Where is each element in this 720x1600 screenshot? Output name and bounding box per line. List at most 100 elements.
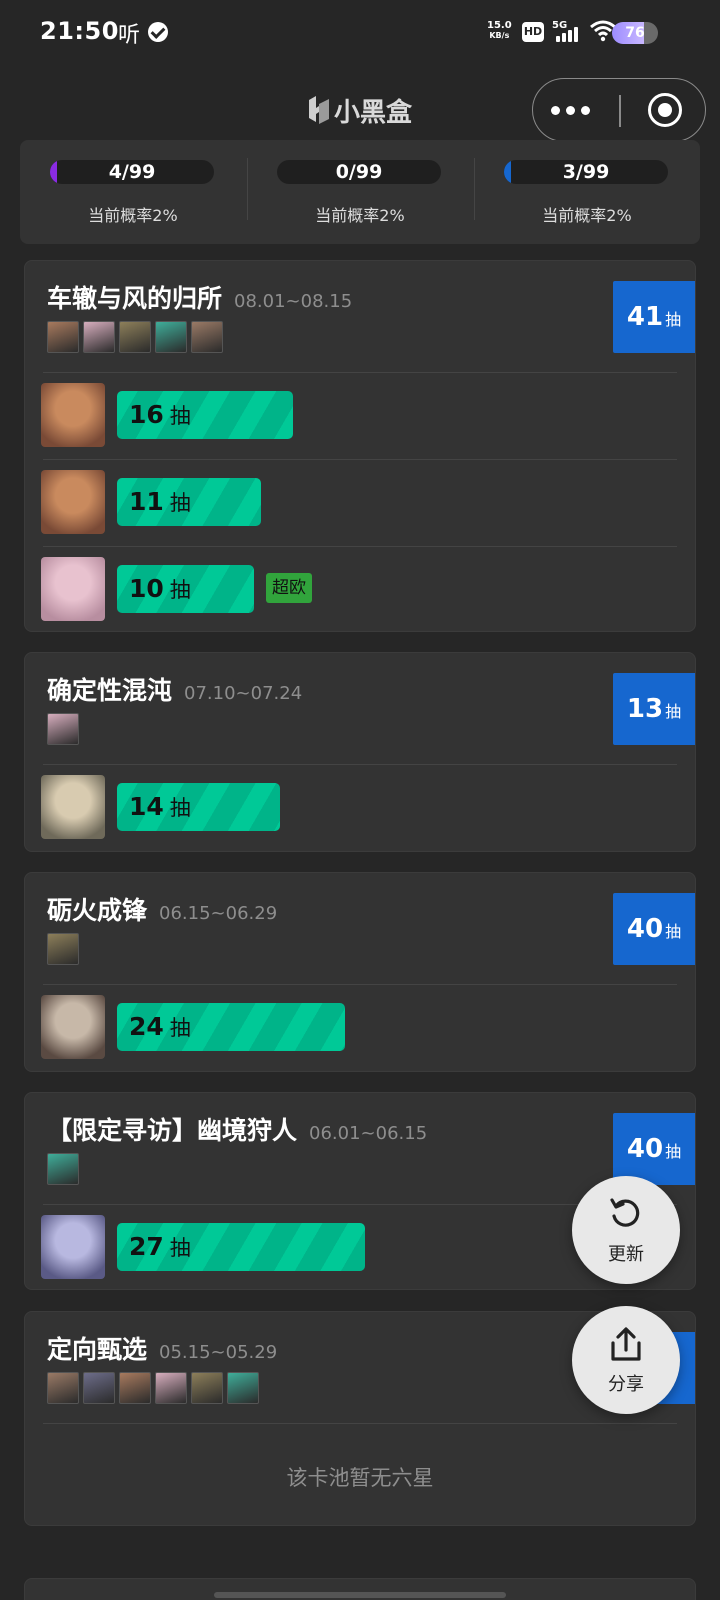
operator-portrait xyxy=(41,1215,105,1279)
cellular-signal-icon: 5G xyxy=(552,20,582,44)
status-time: 21:50 xyxy=(40,17,119,45)
operator-portrait xyxy=(41,775,105,839)
pull-unit: 抽 xyxy=(169,796,191,820)
operator-mini-avatar xyxy=(47,321,79,353)
more-button[interactable] xyxy=(533,79,619,141)
no-six-star-note: 该卡池暂无六星 xyxy=(286,1466,434,1490)
operator-portrait xyxy=(41,557,105,621)
pull-count-text: 16 抽 xyxy=(129,391,191,440)
total-pulls-badge: 13 抽 xyxy=(613,673,695,745)
network-type-label: 5G xyxy=(552,20,568,31)
pity-counter: 0/99 当前概率2% xyxy=(247,158,473,238)
current-probability: 当前概率2% xyxy=(315,206,405,225)
pull-unit: 抽 xyxy=(169,578,191,602)
pull-unit: 抽 xyxy=(169,1236,191,1260)
pull-count-bar: 16 抽 xyxy=(117,391,293,439)
banner-operator-avatars xyxy=(47,1153,79,1185)
operator-mini-avatar xyxy=(119,321,151,353)
total-pulls-count: 40 xyxy=(626,914,664,944)
banner-date: 06.01~06.15 xyxy=(309,1123,428,1144)
banner-title: 确定性混沌 xyxy=(47,676,173,705)
card-divider xyxy=(43,984,677,985)
banner-card[interactable]: 砺火成锋 06.15~06.29 40 抽 24 抽 xyxy=(24,872,696,1072)
six-star-pull-row: 14 抽 xyxy=(41,775,681,841)
total-pulls-unit: 抽 xyxy=(665,1142,682,1161)
operator-mini-avatar xyxy=(47,713,79,745)
pull-count: 16 xyxy=(129,400,164,429)
share-button[interactable]: 分享 xyxy=(572,1306,680,1414)
pull-unit: 抽 xyxy=(169,1016,191,1040)
banner-operator-avatars xyxy=(47,321,223,353)
six-star-pull-row: 24 抽 xyxy=(41,995,681,1061)
total-pulls-count: 40 xyxy=(626,1134,664,1164)
verified-check-icon xyxy=(148,22,168,42)
operator-mini-avatar xyxy=(119,1372,151,1404)
refresh-icon xyxy=(610,1198,640,1227)
pity-counter: 3/99 当前概率2% xyxy=(474,158,700,238)
home-indicator[interactable] xyxy=(214,1592,506,1598)
pull-count-text: 10 抽 xyxy=(129,565,191,614)
pull-count-bar: 27 抽 xyxy=(117,1223,365,1271)
banner-date: 07.10~07.24 xyxy=(184,683,303,704)
pull-count: 24 xyxy=(129,1012,164,1041)
pull-count-text: 27 抽 xyxy=(129,1223,191,1272)
pull-count-bar: 11 抽 xyxy=(117,478,261,526)
pull-count: 27 xyxy=(129,1232,164,1261)
close-miniprogram-button[interactable] xyxy=(621,79,707,141)
banner-title: 定向甄选 xyxy=(47,1335,148,1364)
operator-portrait xyxy=(41,383,105,447)
total-pulls-badge: 40 抽 xyxy=(613,893,695,965)
operator-portrait xyxy=(41,995,105,1059)
banner-title: 【限定寻访】幽境狩人 xyxy=(47,1116,298,1145)
banner-title-line: 定向甄选 05.15~05.29 xyxy=(47,1330,277,1366)
more-dot-icon xyxy=(566,106,575,115)
pull-count-bar: 14 抽 xyxy=(117,783,280,831)
refresh-button[interactable]: 更新 xyxy=(572,1176,680,1284)
pull-count-text: 24 抽 xyxy=(129,1003,191,1052)
page-title: 小黑盒 xyxy=(334,98,413,128)
operator-mini-avatar xyxy=(155,1372,187,1404)
pity-progress-bar: 0/99 xyxy=(277,160,441,184)
more-dot-icon xyxy=(581,106,590,115)
pull-unit: 抽 xyxy=(169,404,191,428)
pull-unit: 抽 xyxy=(169,491,191,515)
pity-counter: 4/99 当前概率2% xyxy=(20,158,246,238)
operator-mini-avatar xyxy=(83,1372,115,1404)
banner-date: 05.15~05.29 xyxy=(159,1342,278,1363)
more-dot-icon xyxy=(551,106,560,115)
total-pulls-badge: 41 抽 xyxy=(613,281,695,353)
hd-icon: HD xyxy=(522,22,544,42)
lucky-tag: 超欧 xyxy=(266,573,312,603)
operator-mini-avatar xyxy=(191,1372,223,1404)
banner-title-line: 车辙与风的归所 08.01~08.15 xyxy=(47,279,352,315)
six-star-pull-row: 16 抽 xyxy=(41,383,681,449)
listen-indicator: 听 xyxy=(118,23,141,48)
banner-card[interactable]: 车辙与风的归所 08.01~08.15 41 抽 16 抽 11 抽 10 抽超欧 xyxy=(24,260,696,632)
banner-title-line: 【限定寻访】幽境狩人 06.01~06.15 xyxy=(47,1111,427,1147)
total-pulls-count: 13 xyxy=(626,694,664,724)
total-pulls-badge: 40 抽 xyxy=(613,1113,695,1185)
card-divider xyxy=(43,372,677,373)
banner-date: 06.15~06.29 xyxy=(159,903,278,924)
operator-mini-avatar xyxy=(155,321,187,353)
battery-indicator: 76 xyxy=(612,22,658,44)
operator-mini-avatar xyxy=(191,321,223,353)
share-label: 分享 xyxy=(608,1374,644,1395)
pull-count-bar: 24 抽 xyxy=(117,1003,345,1051)
share-icon xyxy=(611,1327,641,1361)
operator-mini-avatar xyxy=(47,1372,79,1404)
banner-card[interactable]: 确定性混沌 07.10~07.24 13 抽 14 抽 xyxy=(24,652,696,852)
operator-mini-avatar xyxy=(47,933,79,965)
pull-count: 10 xyxy=(129,574,164,603)
banner-operator-avatars xyxy=(47,933,79,965)
network-speed-unit: KB/s xyxy=(489,31,510,40)
pull-count-text: 11 抽 xyxy=(129,478,191,527)
pity-count-text: 4/99 xyxy=(108,161,156,183)
card-divider xyxy=(43,1423,677,1424)
target-dot-icon xyxy=(658,103,672,117)
network-speed: 15.0 KB/s xyxy=(487,21,512,41)
card-divider xyxy=(43,764,677,765)
total-pulls-unit: 抽 xyxy=(665,702,682,721)
row-divider xyxy=(43,459,677,460)
miniprogram-capsule xyxy=(532,78,706,142)
